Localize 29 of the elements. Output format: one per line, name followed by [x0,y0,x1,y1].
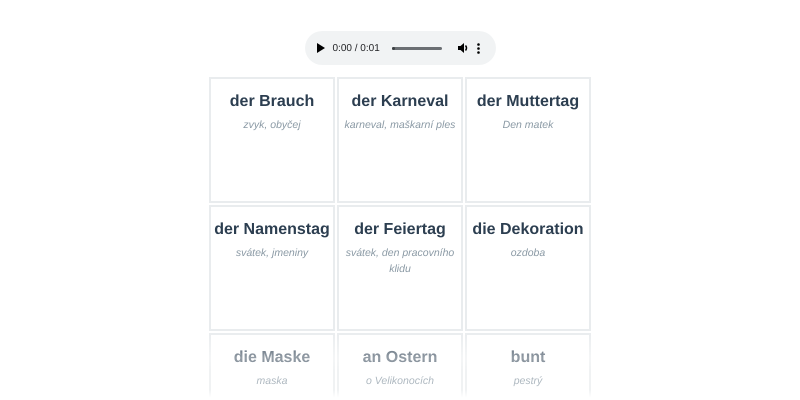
card-translation: pestrý [514,374,542,389]
card-translation: o Velikonocích [366,374,434,389]
card-word: bunt [510,349,546,367]
card-translation: svátek, den pracovního klidu [344,246,456,277]
card-word: der Namenstag [214,221,330,239]
card-word: der Feiertag [354,221,446,239]
card-translation: ozdoba [510,246,546,261]
card-word: an Ostern [362,349,438,367]
card-word: der Brauch [230,93,314,111]
card-word: der Muttertag [476,93,580,111]
card-word: der Karneval [352,93,448,111]
volume-icon[interactable] [458,43,469,53]
card-word: die Maske [234,349,310,367]
flashcard[interactable]: der Muttertag Den matek [465,77,591,203]
flashcard[interactable]: der Feiertag svátek, den pracovního klidu [337,205,463,331]
flashcard[interactable]: der Karneval karneval, maškarní ples [337,77,463,203]
card-word: die Dekoration [472,221,584,239]
flashcard[interactable]: der Namenstag svátek, jmeniny [209,205,335,331]
card-translation: zvyk, obyčej [243,118,301,133]
progress-slider[interactable] [392,46,442,50]
more-icon[interactable] [476,42,480,54]
card-translation: karneval, maškarní ples [344,118,456,133]
card-translation: maska [256,374,288,389]
play-icon[interactable] [316,43,324,53]
card-translation: Den matek [502,118,554,133]
flashcard[interactable]: der Brauch zvyk, obyčej [209,77,335,203]
time-display: 0:00 / 0:01 [332,42,380,54]
card-translation: svátek, jmeniny [236,246,308,261]
flashcard[interactable]: die Dekoration ozdoba [465,205,591,331]
